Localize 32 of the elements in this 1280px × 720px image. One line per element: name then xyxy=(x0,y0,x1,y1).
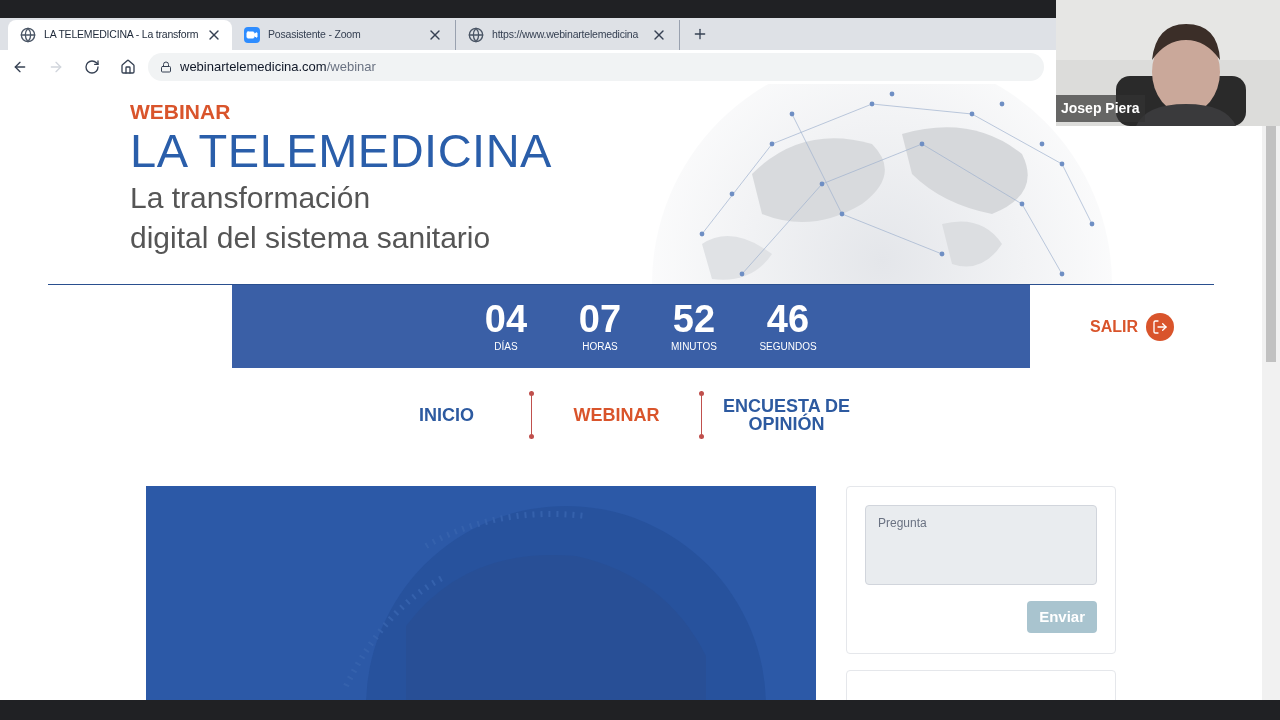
subtitle-line: digital del sistema sanitario xyxy=(130,220,492,256)
nav-link[interactable]: ENCUESTA DE OPINIÓN xyxy=(702,397,871,433)
page-title: LA TELEMEDICINA xyxy=(130,124,552,178)
globe-icon xyxy=(468,27,484,43)
countdown-unit: DÍAS xyxy=(494,339,518,354)
question-field[interactable]: Pregunta xyxy=(865,505,1097,585)
globe-icon xyxy=(20,27,36,43)
subtitle-line: La transformación xyxy=(130,180,372,216)
back-icon[interactable] xyxy=(12,59,28,75)
countdown-unit: SEGUNDOS xyxy=(759,340,817,354)
tab-title: Posasistente - Zoom xyxy=(268,27,362,43)
browser-tab[interactable]: LA TELEMEDICINA - La transform xyxy=(8,20,232,50)
reload-icon[interactable] xyxy=(84,59,100,75)
kicker: WEBINAR xyxy=(130,100,232,124)
countdown-unit: HORAS xyxy=(582,340,618,354)
address-bar[interactable]: webinartelemedicina.com/webinar xyxy=(148,53,1044,81)
countdown-unit: MINUTOS xyxy=(671,340,717,354)
countdown-value: 52 xyxy=(672,299,716,339)
nav-link[interactable]: WEBINAR xyxy=(532,406,701,424)
nav-link[interactable]: INICIO xyxy=(362,406,531,424)
new-tab-icon[interactable] xyxy=(692,26,708,42)
countdown-value: 07 xyxy=(578,299,622,339)
video-camera-icon xyxy=(244,27,260,43)
tab-title: LA TELEMEDICINA - La transform xyxy=(44,27,199,43)
countdown-value: 04 xyxy=(484,299,528,339)
exit-icon xyxy=(1146,312,1174,341)
tab-title: https://www.webinartelemedicina xyxy=(492,27,640,43)
home-icon[interactable] xyxy=(120,59,136,75)
countdown-value: 46 xyxy=(766,299,810,339)
url-text: webinartelemedicina.com/webinar xyxy=(180,58,376,77)
exit-link[interactable]: SALIR xyxy=(1090,312,1174,341)
lock-icon xyxy=(160,61,172,73)
